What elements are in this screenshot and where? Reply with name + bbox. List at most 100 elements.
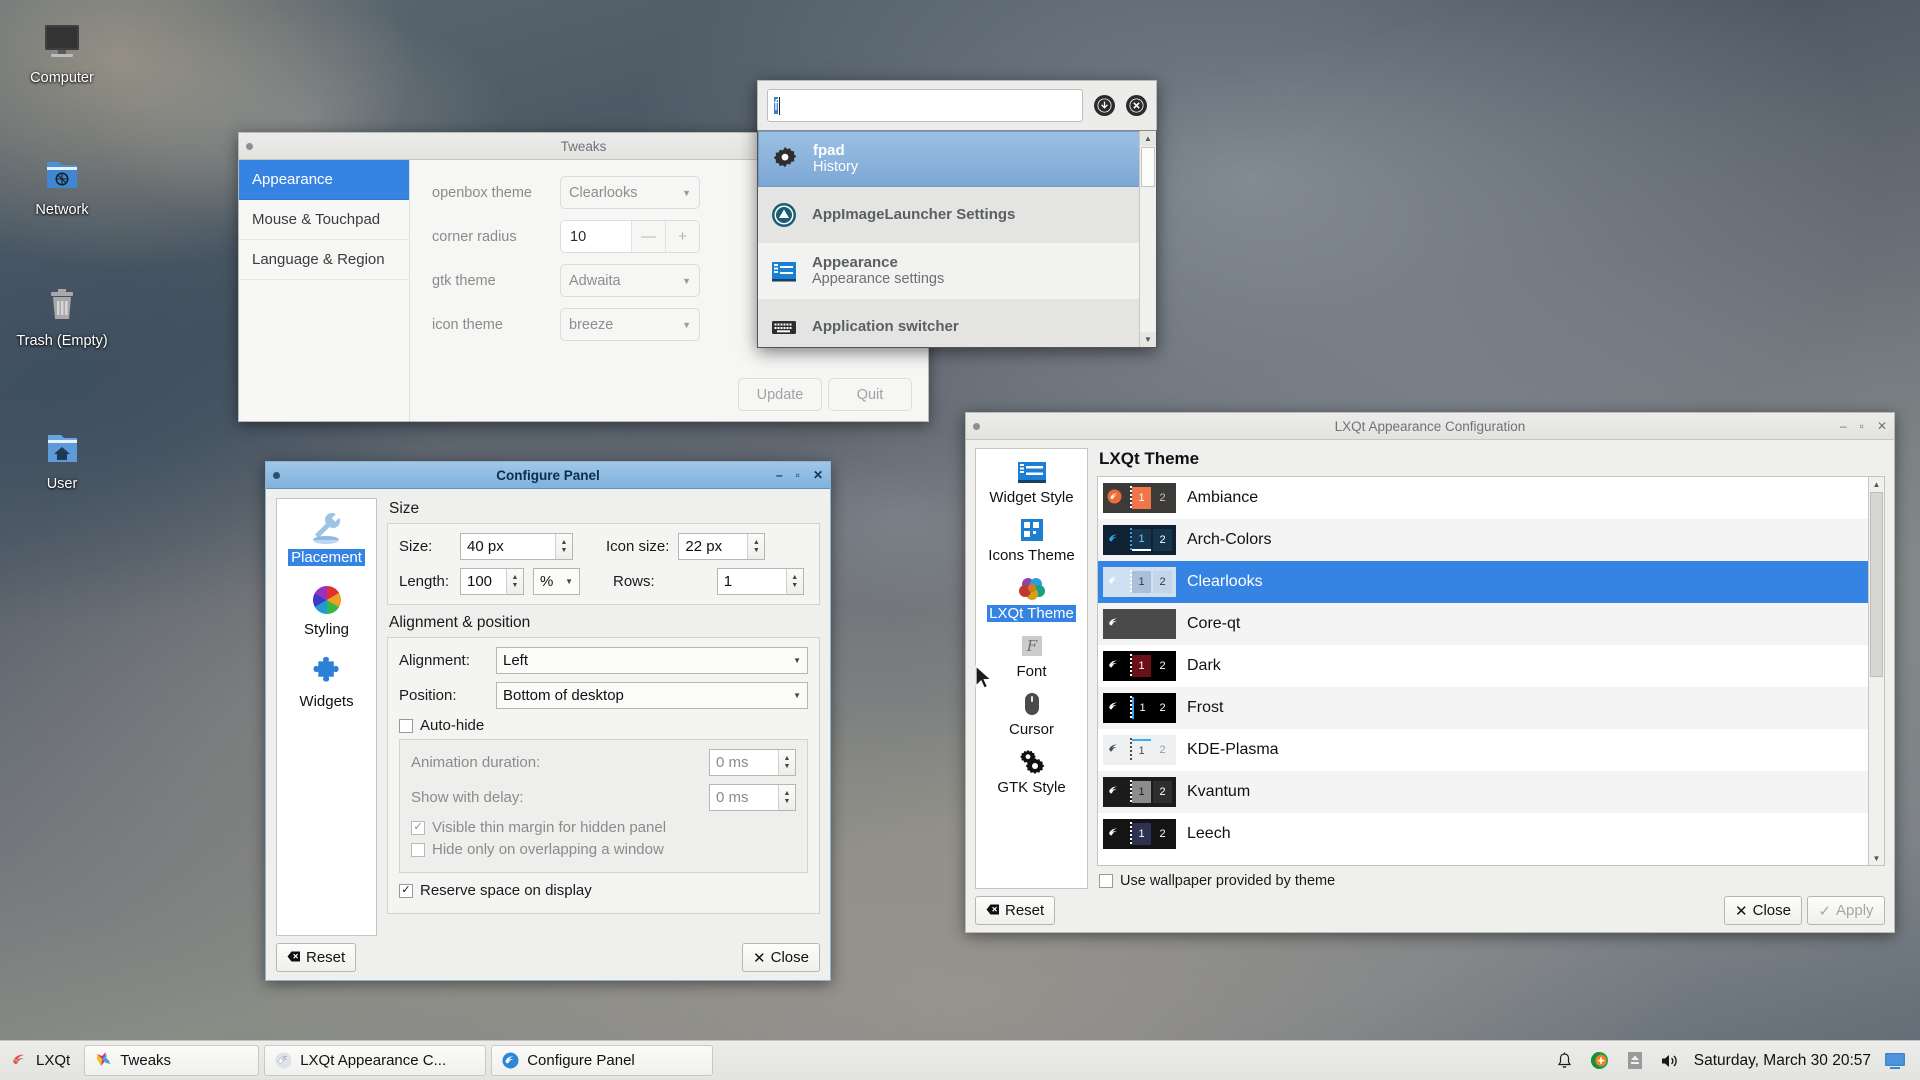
list-item[interactable]: Application switcher: [758, 299, 1156, 347]
icon-size-stepper[interactable]: ▲ ▼: [747, 534, 765, 559]
configure-panel-titlebar[interactable]: Configure Panel – ▫ ✕: [266, 462, 830, 489]
page-item-widgets[interactable]: Widgets: [277, 651, 376, 710]
hide-on-overlap-checkbox[interactable]: Hide only on overlapping a window: [411, 841, 796, 858]
table-row[interactable]: 1 2 Frost: [1098, 687, 1868, 729]
length-value[interactable]: 100: [461, 573, 498, 590]
taskbar-item-configure-panel[interactable]: Configure Panel: [491, 1045, 714, 1076]
window-menu-dot[interactable]: [273, 471, 280, 479]
close-button[interactable]: ✕ Close: [742, 943, 820, 972]
desktop-icon-network[interactable]: Network: [6, 144, 118, 219]
window-menu-dot[interactable]: [246, 142, 253, 150]
page-item-icons-theme[interactable]: Icons Theme: [976, 513, 1087, 564]
increment-button[interactable]: +: [665, 221, 699, 252]
page-item-widget-style[interactable]: Widget Style: [976, 455, 1087, 506]
update-icon[interactable]: [1589, 1050, 1611, 1072]
page-item-styling[interactable]: Styling: [277, 579, 376, 638]
position-combo[interactable]: Bottom of desktop ▼: [496, 682, 808, 709]
reserve-space-checkbox[interactable]: ✓ Reserve space on display: [399, 882, 808, 899]
decrement-button[interactable]: —: [631, 221, 665, 252]
sidebar-item-mouse-touchpad[interactable]: Mouse & Touchpad: [239, 200, 409, 240]
scrollbar-thumb[interactable]: [1870, 492, 1883, 677]
use-wallpaper-checkbox[interactable]: Use wallpaper provided by theme: [1099, 873, 1885, 889]
corner-radius-value[interactable]: 10: [561, 229, 631, 245]
close-button[interactable]: ✕: [1877, 420, 1887, 432]
sidebar-item-appearance[interactable]: Appearance: [239, 160, 409, 200]
table-row[interactable]: 1 2 Leech: [1098, 813, 1868, 855]
scroll-down-arrow[interactable]: ▼: [1140, 332, 1156, 347]
length-spinner[interactable]: 100 ▲ ▼: [460, 568, 524, 595]
show-delay-stepper[interactable]: ▲ ▼: [778, 785, 795, 810]
close-button[interactable]: ✕ Close: [1724, 896, 1802, 925]
length-unit-combo[interactable]: % ▼: [533, 568, 580, 595]
auto-hide-checkbox[interactable]: Auto-hide: [399, 717, 808, 734]
table-row[interactable]: 1 2 Ambiance: [1098, 477, 1868, 519]
scroll-up-arrow[interactable]: ▲: [1140, 131, 1156, 146]
rows-value[interactable]: 1: [718, 573, 738, 590]
theme-list-scrollbar[interactable]: ▲ ▼: [1868, 477, 1884, 865]
list-item[interactable]: AppImageLauncher Settings: [758, 187, 1156, 243]
start-menu-button[interactable]: LXQt: [6, 1045, 79, 1076]
page-item-cursor[interactable]: Cursor: [976, 687, 1087, 738]
table-row[interactable]: 1 2 Arch-Colors: [1098, 519, 1868, 561]
update-button[interactable]: Update: [738, 378, 822, 411]
maximize-button[interactable]: ▫: [1860, 420, 1864, 432]
scroll-up-arrow[interactable]: ▲: [1869, 477, 1884, 491]
list-item[interactable]: Appearance Appearance settings: [758, 243, 1156, 299]
table-row[interactable]: 1 2 Kvantum: [1098, 771, 1868, 813]
volume-icon[interactable]: [1659, 1050, 1681, 1072]
table-row[interactable]: 1 2 KDE-Plasma: [1098, 729, 1868, 771]
visible-thin-margin-checkbox[interactable]: ✓ Visible thin margin for hidden panel: [411, 819, 796, 836]
eject-icon[interactable]: [1624, 1050, 1646, 1072]
taskbar-item-lxqt-appearance[interactable]: LXQt Appearance C...: [264, 1045, 487, 1076]
desktop-icon-trash[interactable]: Trash (Empty): [6, 275, 118, 350]
sidebar-item-language-region[interactable]: Language & Region: [239, 240, 409, 280]
page-item-gtk-style[interactable]: GTK Style: [976, 745, 1087, 796]
table-row[interactable]: 1 2 Dark: [1098, 645, 1868, 687]
gtk-theme-combo[interactable]: Adwaita ▼: [560, 264, 700, 297]
scrollbar-thumb[interactable]: [1141, 147, 1155, 187]
search-input[interactable]: f: [767, 89, 1083, 122]
appearance-titlebar[interactable]: LXQt Appearance Configuration – ▫ ✕: [966, 413, 1894, 440]
history-dropdown-button[interactable]: [1094, 95, 1115, 116]
icon-size-value[interactable]: 22 px: [679, 538, 728, 555]
desktop-icon-user[interactable]: User: [6, 418, 118, 493]
close-icon[interactable]: [1126, 95, 1147, 116]
reset-button[interactable]: Reset: [975, 896, 1056, 925]
show-delay-value[interactable]: 0 ms: [710, 789, 755, 806]
icon-theme-combo[interactable]: breeze ▼: [560, 308, 700, 341]
rows-stepper[interactable]: ▲ ▼: [785, 569, 803, 594]
table-row[interactable]: 1 2 Clearlooks: [1098, 561, 1868, 603]
show-desktop-icon[interactable]: [1884, 1050, 1906, 1072]
list-item[interactable]: fpad History: [758, 131, 1156, 187]
corner-radius-spinner[interactable]: 10 — +: [560, 220, 700, 253]
desktop-icon-computer[interactable]: Computer: [6, 12, 118, 87]
window-menu-dot[interactable]: [973, 422, 980, 430]
minimize-button[interactable]: –: [1840, 420, 1847, 432]
openbox-theme-combo[interactable]: Clearlooks ▼: [560, 176, 700, 209]
table-row[interactable]: Core-qt: [1098, 603, 1868, 645]
animation-duration-spinner[interactable]: 0 ms ▲ ▼: [709, 749, 796, 776]
show-delay-spinner[interactable]: 0 ms ▲ ▼: [709, 784, 796, 811]
alignment-combo[interactable]: Left ▼: [496, 647, 808, 674]
rows-spinner[interactable]: 1 ▲ ▼: [716, 568, 804, 595]
taskbar-item-tweaks[interactable]: Tweaks: [84, 1045, 260, 1076]
icon-size-spinner[interactable]: 22 px ▲ ▼: [678, 533, 766, 560]
size-spinner[interactable]: 40 px ▲ ▼: [460, 533, 573, 560]
reset-button[interactable]: Reset: [276, 943, 357, 972]
launcher-scrollbar[interactable]: ▲ ▼: [1139, 131, 1156, 347]
bell-icon[interactable]: [1554, 1050, 1576, 1072]
animation-duration-value[interactable]: 0 ms: [710, 754, 755, 771]
length-stepper[interactable]: ▲ ▼: [506, 569, 523, 594]
maximize-button[interactable]: ▫: [796, 469, 800, 481]
apply-button[interactable]: ✓ Apply: [1807, 896, 1885, 925]
quit-button[interactable]: Quit: [828, 378, 912, 411]
clock[interactable]: Saturday, March 30 20:57: [1694, 1052, 1871, 1070]
scroll-down-arrow[interactable]: ▼: [1869, 851, 1884, 865]
size-stepper[interactable]: ▲ ▼: [555, 534, 572, 559]
page-item-placement[interactable]: Placement: [277, 507, 376, 566]
page-item-lxqt-theme[interactable]: LXQt Theme: [976, 571, 1087, 622]
close-button[interactable]: ✕: [813, 469, 823, 481]
size-value[interactable]: 40 px: [461, 538, 510, 555]
animation-duration-stepper[interactable]: ▲ ▼: [778, 750, 795, 775]
minimize-button[interactable]: –: [776, 469, 783, 481]
